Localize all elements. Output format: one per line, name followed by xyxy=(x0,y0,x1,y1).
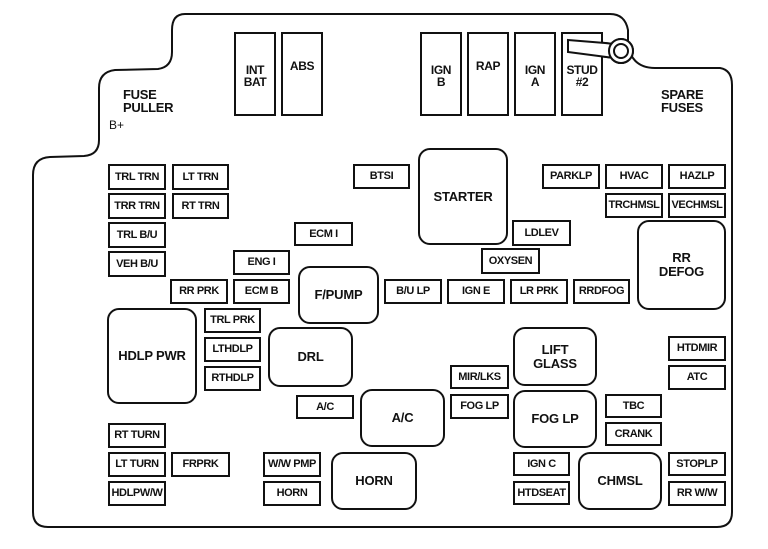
relay-drl[interactable]: DRL xyxy=(268,327,353,387)
fuse-hdlpww[interactable]: HDLPW/W xyxy=(108,481,166,506)
fuse-ign-e[interactable]: IGN E xyxy=(447,279,505,304)
fuse-rrdfog[interactable]: RRDFOG xyxy=(573,279,630,304)
fuse-rap[interactable]: RAP xyxy=(467,32,509,116)
fuse-trchmsl[interactable]: TRCHMSL xyxy=(605,193,663,218)
fuse-parklp[interactable]: PARKLP xyxy=(542,164,600,189)
fuse-stoplp[interactable]: STOPLP xyxy=(668,452,726,476)
fuse-rr-ww[interactable]: RR W/W xyxy=(668,481,726,506)
fuse-rt-trn[interactable]: RT TRN xyxy=(172,193,229,219)
fuse-rr-prk[interactable]: RR PRK xyxy=(170,279,228,304)
fuse-trr-trn[interactable]: TRR TRN xyxy=(108,193,166,219)
fuse-lthdlp[interactable]: LTHDLP xyxy=(204,337,261,362)
fuse-veh-bu[interactable]: VEH B/U xyxy=(108,251,166,277)
fuse-int-bat[interactable]: INT BAT xyxy=(234,32,276,116)
fuse-lr-prk[interactable]: LR PRK xyxy=(510,279,568,304)
fuse-ecm-i[interactable]: ECM I xyxy=(294,222,353,246)
fuse-ign-b[interactable]: IGN B xyxy=(420,32,462,116)
fuse-bu-lp[interactable]: B/U LP xyxy=(384,279,442,304)
fuse-lt-turn[interactable]: LT TURN xyxy=(108,452,166,477)
fuse-label: IGN A xyxy=(524,63,546,89)
fuse-ldlev[interactable]: LDLEV xyxy=(512,220,571,246)
fuse-abs[interactable]: ABS xyxy=(281,32,323,116)
fuse-htdseat[interactable]: HTDSEAT xyxy=(513,481,570,505)
fuse-hvac[interactable]: HVAC xyxy=(605,164,663,189)
relay-rr-defog[interactable]: RR DEFOG xyxy=(637,220,726,310)
fuse-mir-lks[interactable]: MIR/LKS xyxy=(450,365,509,389)
relay-chmsl[interactable]: CHMSL xyxy=(578,452,662,510)
fuse-ecm-b[interactable]: ECM B xyxy=(233,279,290,304)
relay-f-pump[interactable]: F/PUMP xyxy=(298,266,379,324)
relay-horn[interactable]: HORN xyxy=(331,452,417,510)
b-plus-label: B+ xyxy=(109,118,125,132)
fuse-ww-pmp[interactable]: W/W PMP xyxy=(263,452,321,477)
fuse-oxysen[interactable]: OXYSEN xyxy=(481,248,540,274)
fuse-label: IGN B xyxy=(430,63,452,89)
fuse-puller-label: FUSE PULLER xyxy=(123,87,174,115)
fuse-crank[interactable]: CRANK xyxy=(605,422,662,446)
spare-fuses-label: SPARE FUSES xyxy=(661,87,704,115)
relay-starter[interactable]: STARTER xyxy=(418,148,508,245)
fuse-trl-prk[interactable]: TRL PRK xyxy=(204,308,261,333)
fuse-horn[interactable]: HORN xyxy=(263,481,321,506)
fuse-vechmsl[interactable]: VECHMSL xyxy=(668,193,726,218)
fuse-ign-a[interactable]: IGN A xyxy=(514,32,556,116)
fuse-label: STUD #2 xyxy=(566,63,598,89)
fuse-lt-trn[interactable]: LT TRN xyxy=(172,164,229,190)
fuse-label: INT BAT xyxy=(243,63,267,89)
fuse-tbc[interactable]: TBC xyxy=(605,394,662,418)
fuse-htdmir[interactable]: HTDMIR xyxy=(668,336,726,361)
fuse-label: RAP xyxy=(475,59,501,73)
relay-lift-glass[interactable]: LIFT GLASS xyxy=(513,327,597,386)
fuse-stud-2[interactable]: STUD #2 xyxy=(561,32,603,116)
relay-hdlp-pwr[interactable]: HDLP PWR xyxy=(107,308,197,404)
fuse-ign-c[interactable]: IGN C xyxy=(513,452,570,476)
fuse-eng-i[interactable]: ENG I xyxy=(233,250,290,275)
relay-fog-lp[interactable]: FOG LP xyxy=(513,390,597,448)
fuse-ac[interactable]: A/C xyxy=(296,395,354,419)
fuse-hazlp[interactable]: HAZLP xyxy=(668,164,726,189)
fuse-trl-trn[interactable]: TRL TRN xyxy=(108,164,166,190)
fuse-trl-bu[interactable]: TRL B/U xyxy=(108,222,166,248)
fuse-rthdlp[interactable]: RTHDLP xyxy=(204,366,261,391)
fuse-rt-turn[interactable]: RT TURN xyxy=(108,423,166,448)
fuse-fog-lp[interactable]: FOG LP xyxy=(450,394,509,419)
fuse-atc[interactable]: ATC xyxy=(668,365,726,390)
fuse-label: ABS xyxy=(289,59,315,73)
fuse-frprk[interactable]: FRPRK xyxy=(171,452,230,477)
relay-ac[interactable]: A/C xyxy=(360,389,445,447)
fuse-btsi[interactable]: BTSI xyxy=(353,164,410,189)
